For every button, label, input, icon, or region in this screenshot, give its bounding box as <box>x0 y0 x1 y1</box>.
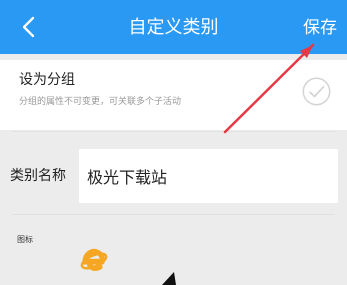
save-button[interactable]: 保存 <box>303 16 337 40</box>
set-as-group-title: 设为分组 <box>19 72 75 88</box>
icon-section-label: 图标 <box>17 235 33 244</box>
category-name-input[interactable] <box>79 149 338 203</box>
ie-icon[interactable] <box>79 244 109 276</box>
check-circle-icon[interactable] <box>301 76 332 107</box>
custom-category-screen: 自定义类别 保存 设为分组 分组的属性不可变更，可关联多个子活动 类别名称 图标 <box>0 0 347 285</box>
icon-section-divider <box>12 214 335 215</box>
section-divider <box>12 131 335 132</box>
cursor-icon <box>162 272 176 285</box>
category-name-row: 类别名称 <box>0 145 347 207</box>
page-title: 自定义类别 <box>128 17 219 38</box>
set-as-group-row[interactable]: 设为分组 分组的属性不可变更，可关联多个子活动 <box>0 60 347 130</box>
set-as-group-description: 分组的属性不可变更，可关联多个子活动 <box>19 97 182 107</box>
category-name-label: 类别名称 <box>10 168 66 184</box>
top-navigation-bar: 自定义类别 保存 <box>0 0 347 54</box>
